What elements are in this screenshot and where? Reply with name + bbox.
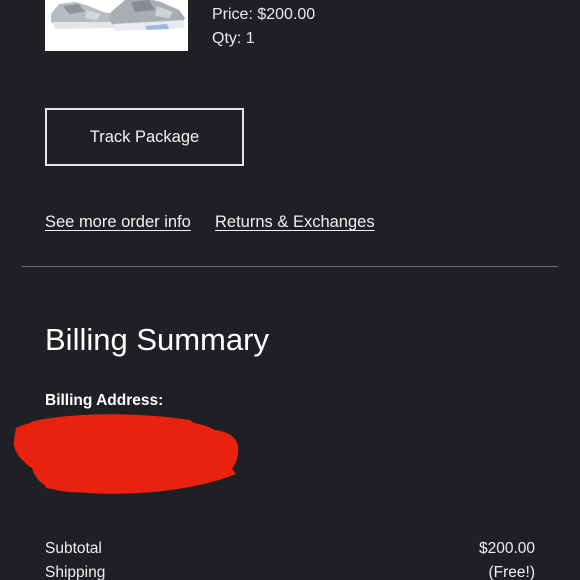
redacted-address-scribble (10, 410, 245, 500)
order-details-page: Price: $200.00 Qty: 1 Track Package See … (0, 0, 580, 580)
billing-address-label: Billing Address: (45, 392, 164, 409)
shipping-label: Shipping (45, 564, 106, 580)
subtotal-label: Subtotal (45, 540, 102, 557)
see-more-order-info-link[interactable]: See more order info (45, 213, 191, 232)
shipping-value: (Free!) (488, 564, 536, 580)
sneaker-product-image[interactable] (45, 0, 188, 51)
returns-exchanges-link[interactable]: Returns & Exchanges (215, 213, 375, 232)
product-details: Price: $200.00 Qty: 1 (212, 3, 315, 51)
product-quantity: Qty: 1 (212, 30, 255, 47)
sneaker-icon (45, 0, 188, 51)
product-price: Price: $200.00 (212, 6, 316, 23)
subtotal-value: $200.00 (478, 540, 535, 557)
billing-summary-title: Billing Summary (45, 322, 269, 357)
track-package-button[interactable]: Track Package (45, 108, 244, 166)
section-divider (22, 266, 558, 267)
